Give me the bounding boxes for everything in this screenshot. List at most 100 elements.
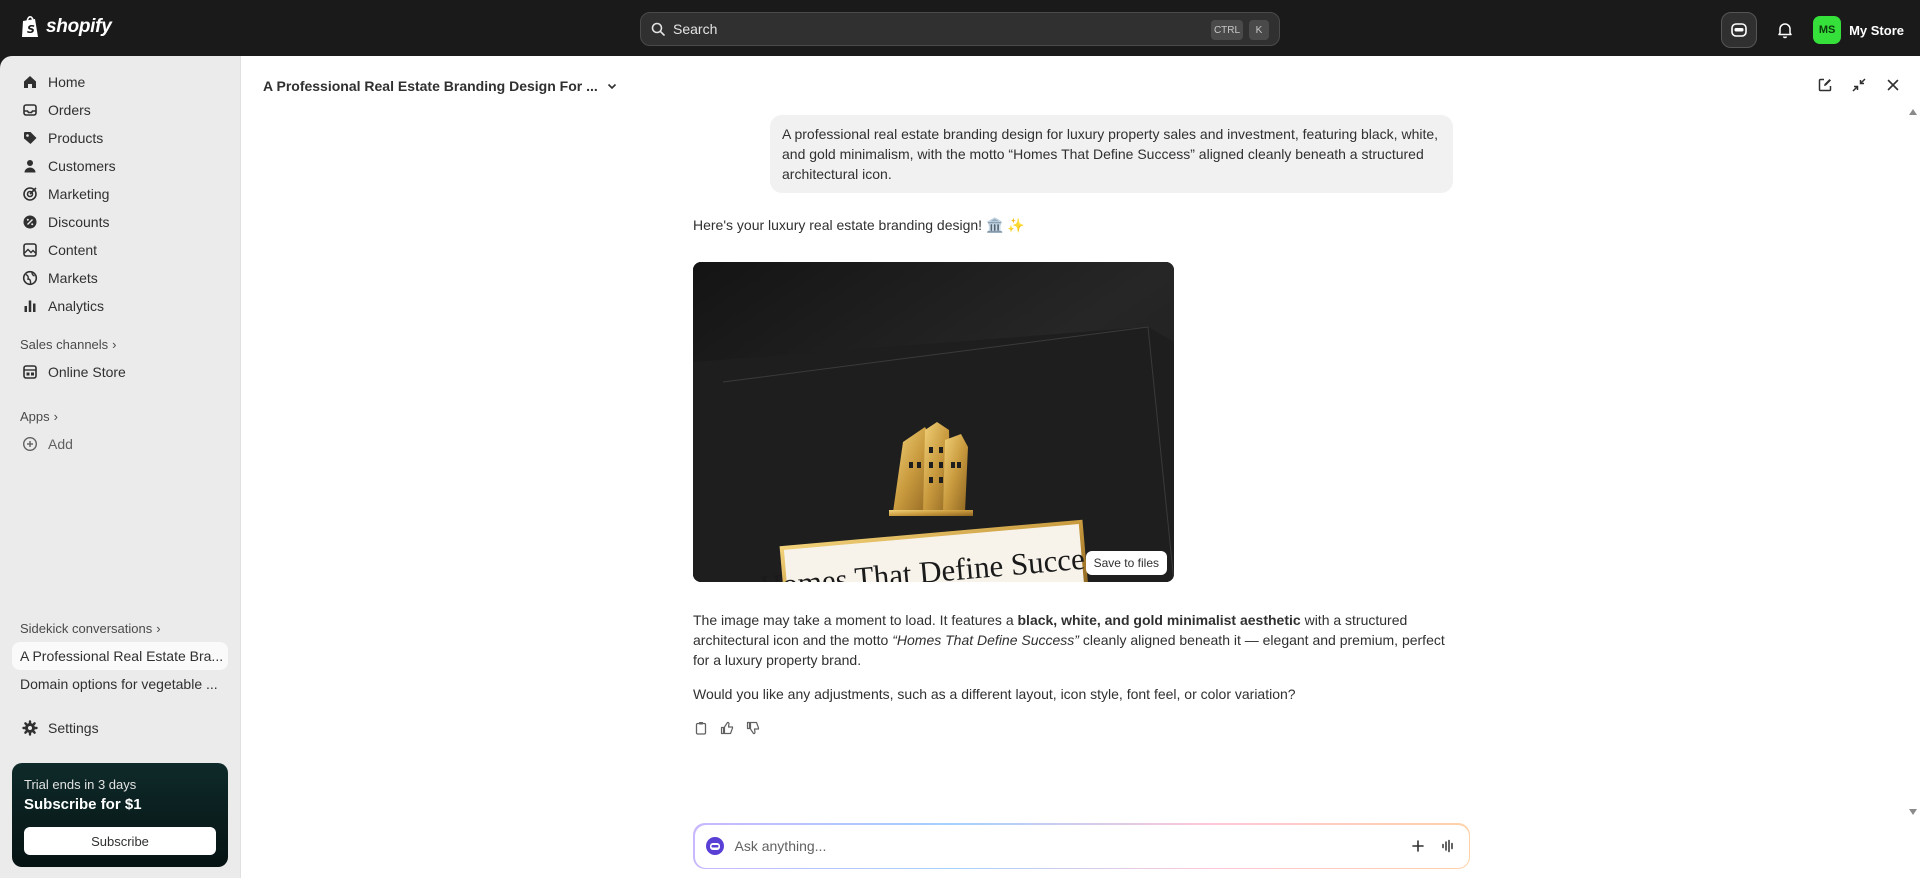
composer-placeholder: Ask anything... bbox=[734, 838, 827, 854]
close-button[interactable] bbox=[1882, 74, 1904, 96]
thumbs-down-button[interactable] bbox=[745, 720, 761, 736]
collapse-button[interactable] bbox=[1848, 74, 1870, 96]
sidebar-item-discounts[interactable]: Discounts bbox=[12, 208, 228, 236]
close-icon bbox=[1887, 79, 1899, 91]
sales-channels-label: Sales channels bbox=[20, 336, 109, 352]
composer-input[interactable]: Ask anything... bbox=[694, 824, 1469, 868]
chevron-right-icon: › bbox=[156, 620, 161, 636]
content-icon bbox=[22, 242, 38, 258]
sidekick-conversations-heading[interactable]: Sidekick conversations › bbox=[12, 614, 228, 642]
apps-heading[interactable]: Apps › bbox=[12, 402, 228, 430]
top-right-actions: MS My Store bbox=[1721, 12, 1904, 48]
scroll-down-arrow-icon[interactable] bbox=[1908, 808, 1918, 816]
sidebar-item-markets[interactable]: Markets bbox=[12, 264, 228, 292]
para-italic: “Homes That Define Success” bbox=[892, 632, 1079, 648]
search-icon bbox=[651, 22, 665, 36]
sidebar-item-label: Home bbox=[48, 74, 86, 90]
sidebar-item-label: Discounts bbox=[48, 214, 110, 230]
trial-offer: Subscribe for $1 bbox=[24, 796, 142, 813]
search-label: Search bbox=[673, 21, 718, 37]
sidekick-avatar-icon bbox=[705, 837, 724, 855]
sidebar-item-label: Markets bbox=[48, 270, 98, 286]
shortcut-k: K bbox=[1249, 20, 1269, 40]
shortcut-ctrl: CTRL bbox=[1211, 20, 1243, 40]
sidebar-item-label: Orders bbox=[48, 102, 91, 118]
sidebar-item-label: Marketing bbox=[48, 186, 110, 202]
new-conversation-button[interactable] bbox=[1814, 74, 1836, 96]
plus-circle-icon bbox=[22, 436, 38, 452]
waveform-icon bbox=[1441, 839, 1453, 853]
panel-actions bbox=[1814, 74, 1904, 96]
apps-label: Apps bbox=[20, 408, 50, 424]
copy-button[interactable] bbox=[693, 720, 709, 736]
home-icon bbox=[22, 74, 38, 90]
generated-image[interactable]: Homes That Define Success Save to files bbox=[693, 262, 1174, 582]
sidebar-item-settings[interactable]: Settings bbox=[22, 720, 99, 736]
notifications-button[interactable] bbox=[1769, 14, 1801, 46]
thumbs-up-icon bbox=[720, 721, 734, 735]
store-name: My Store bbox=[1849, 22, 1904, 38]
sidebar-item-label: Products bbox=[48, 130, 104, 146]
voice-button[interactable] bbox=[1437, 835, 1459, 857]
save-to-files-button[interactable]: Save to files bbox=[1085, 551, 1167, 575]
assistant-reply-intro: Here's your luxury real estate branding … bbox=[693, 217, 1025, 233]
trial-banner: Trial ends in 3 days Subscribe for $1 Su… bbox=[12, 763, 228, 867]
sidebar-item-analytics[interactable]: Analytics bbox=[12, 292, 228, 320]
sidekick-icon bbox=[1731, 23, 1747, 37]
sidebar-item-marketing[interactable]: Marketing bbox=[12, 180, 228, 208]
conversation-label: A Professional Real Estate Bra... bbox=[20, 648, 224, 664]
para-text: The image may take a moment to load. It … bbox=[693, 612, 1018, 628]
store-avatar: MS bbox=[1813, 16, 1842, 44]
sidekick-button[interactable] bbox=[1721, 12, 1758, 48]
bar-chart-icon bbox=[22, 298, 38, 314]
top-bar: S shopify Search CTRL K MS My Store bbox=[0, 0, 1920, 56]
sidekick-conversations: Sidekick conversations › A Professional … bbox=[12, 614, 228, 698]
trial-text: Trial ends in 3 days bbox=[24, 777, 137, 792]
composer: Ask anything... bbox=[693, 823, 1470, 869]
sidebar-item-label: Online Store bbox=[48, 364, 126, 380]
settings-label: Settings bbox=[48, 720, 99, 736]
sidebar-item-label: Analytics bbox=[48, 298, 105, 314]
search-bar[interactable]: Search CTRL K bbox=[640, 12, 1280, 46]
thumbs-down-icon bbox=[746, 721, 760, 735]
store-menu[interactable]: MS My Store bbox=[1813, 16, 1904, 44]
scroll-up-arrow-icon[interactable] bbox=[1908, 108, 1918, 116]
shopify-logo[interactable]: S shopify bbox=[20, 15, 112, 39]
assistant-description: The image may take a moment to load. It … bbox=[693, 610, 1453, 670]
sidebar-item-online-store[interactable]: Online Store bbox=[12, 358, 228, 386]
svg-text:S: S bbox=[27, 23, 35, 36]
branding-image: Homes That Define Success bbox=[693, 262, 1174, 582]
sidebar-item-customers[interactable]: Customers bbox=[12, 152, 228, 180]
sidebar-item-content[interactable]: Content bbox=[12, 236, 228, 264]
plus-icon bbox=[1411, 840, 1424, 852]
conversation-item[interactable]: Domain options for vegetable ... bbox=[12, 670, 228, 698]
attach-button[interactable] bbox=[1407, 835, 1429, 857]
sidebar-item-label: Content bbox=[48, 242, 98, 258]
conversation-title-dropdown[interactable]: A Professional Real Estate Branding Desi… bbox=[263, 78, 618, 94]
discount-icon bbox=[22, 214, 38, 230]
thumbs-up-button[interactable] bbox=[719, 720, 735, 736]
conversation-item[interactable]: A Professional Real Estate Bra... bbox=[12, 642, 228, 670]
chevron-right-icon: › bbox=[112, 336, 117, 352]
sidebar-item-add[interactable]: Add bbox=[12, 430, 228, 458]
subscribe-button[interactable]: Subscribe bbox=[24, 827, 216, 855]
sidebar-item-home[interactable]: Home bbox=[12, 68, 228, 96]
logo-text: shopify bbox=[46, 16, 112, 37]
person-icon bbox=[22, 158, 38, 174]
sidebar-item-products[interactable]: Products bbox=[12, 124, 228, 152]
sidebar-item-orders[interactable]: Orders bbox=[12, 96, 228, 124]
tag-icon bbox=[22, 130, 38, 146]
chevron-down-icon bbox=[607, 83, 616, 90]
globe-icon bbox=[22, 270, 38, 286]
sidekick-conversations-label: Sidekick conversations bbox=[20, 620, 153, 636]
conversation-label: Domain options for vegetable ... bbox=[20, 676, 218, 692]
store-icon bbox=[22, 364, 38, 380]
message-feedback bbox=[693, 720, 761, 736]
sidekick-panel: A Professional Real Estate Branding Desi… bbox=[240, 56, 1920, 878]
clipboard-icon bbox=[695, 722, 707, 735]
assistant-followup-question: Would you like any adjustments, such as … bbox=[693, 686, 1296, 702]
sidebar-nav: Home Orders Products Customers Marketing… bbox=[12, 68, 228, 458]
para-bold: black, white, and gold minimalist aesthe… bbox=[1017, 612, 1301, 628]
sales-channels-heading[interactable]: Sales channels › bbox=[12, 330, 228, 358]
sidebar: Home Orders Products Customers Marketing… bbox=[0, 56, 240, 878]
